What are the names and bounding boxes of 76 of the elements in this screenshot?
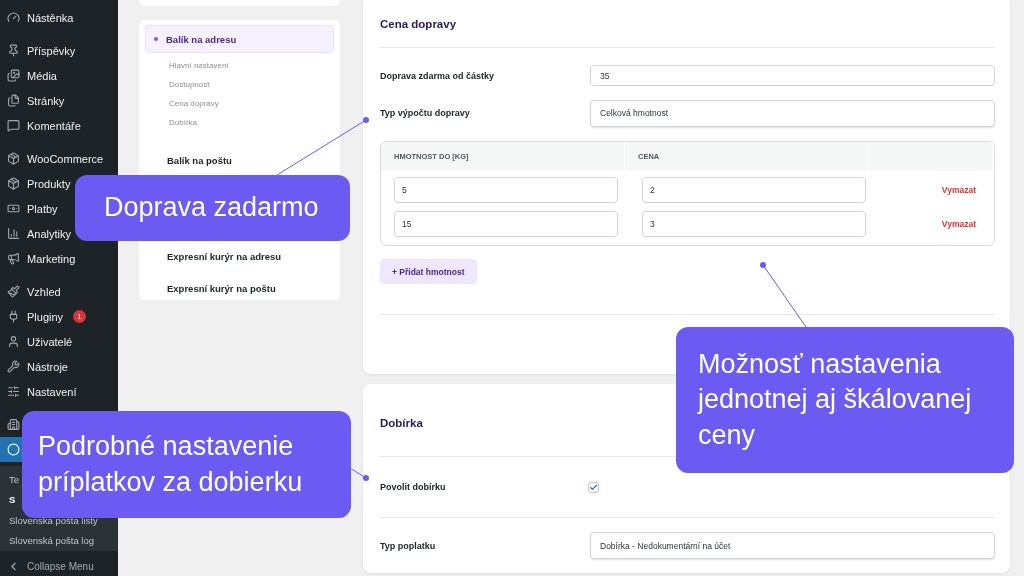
sidebar-item[interactable]: Stránky	[0, 88, 118, 113]
sidebar-label: Produkty	[27, 177, 71, 190]
leader-line	[760, 262, 807, 328]
building-icon	[7, 418, 20, 431]
sidebar-label: Uživatelé	[27, 335, 73, 348]
brush-icon	[7, 285, 20, 298]
section-title: Cena dopravy	[380, 0, 995, 48]
circle-icon	[7, 443, 20, 456]
annotation-tooltip: Doprava zadarmo	[75, 175, 350, 241]
nav-item[interactable]: Expresní kurýr na poštu	[145, 274, 334, 302]
sidebar-item[interactable]: Nástěnka	[0, 5, 118, 30]
input-field[interactable]: 2	[642, 177, 866, 203]
input-field[interactable]: 5	[394, 177, 618, 203]
sidebar-label: Vzhled	[27, 285, 61, 298]
images-icon	[7, 69, 20, 82]
sidebar-item[interactable]: Komentáře	[0, 113, 118, 138]
sidebar-item[interactable]: Uživatelé	[0, 329, 118, 354]
submenu-item[interactable]: Slovenská pošta log	[0, 530, 118, 551]
add-weight-button[interactable]: + Přidat hmotnost	[380, 259, 477, 284]
sidebar-label: Analytiky	[27, 227, 72, 240]
sidebar-label: Stránky	[27, 94, 65, 107]
sidebar-item[interactable]: Vzhled	[0, 279, 118, 304]
nav-item[interactable]: Balík na poštu	[145, 146, 334, 174]
update-count-badge: 1	[73, 310, 87, 323]
annotation-tooltip: Podrobné nastavenie príplatkov za dobierku	[22, 411, 351, 518]
nav-item[interactable]: Expresní kurýr na adresu	[145, 242, 334, 270]
comment-icon	[7, 119, 20, 132]
sidebar-label: Příspěvky	[27, 44, 76, 57]
user-icon	[7, 335, 20, 348]
field-label: Doprava zdarma od částky	[380, 70, 496, 81]
select-field[interactable]: Celková hmotnost	[590, 99, 995, 127]
sidebar-item[interactable]: Pluginy 1	[0, 304, 118, 329]
field-label: Typ výpočtu dopravy	[380, 108, 471, 118]
annotation-tooltip: Možnosť nastavenia jednotnej aj škálovanej ceny	[676, 327, 1014, 473]
nav-subitem[interactable]: Dobírka	[145, 113, 334, 132]
sidebar-label: Platby	[27, 202, 58, 215]
sidebar-label: Média	[27, 69, 57, 82]
dollar-icon	[7, 202, 20, 215]
nav-subitem[interactable]: Cena dopravy	[145, 94, 334, 113]
pin-icon	[7, 44, 20, 57]
bar-chart-icon	[7, 227, 20, 240]
gauge-icon	[7, 11, 20, 24]
select-field[interactable]: Dobírka - Nedokumentární na účet	[590, 532, 995, 559]
sidebar-label: Nastavení	[27, 385, 77, 398]
field-label: Povolit dobírku	[380, 482, 447, 492]
nav-subitem[interactable]: Dostupnost	[145, 75, 334, 94]
nav-item[interactable]: Balík na adresu	[145, 25, 334, 53]
delete-link[interactable]: Vymazat	[941, 219, 981, 229]
sidebar-item[interactable]: WooCommerce	[0, 146, 118, 171]
sidebar-label: Nástěnka	[27, 11, 74, 24]
sidebar-item[interactable]: Média	[0, 63, 118, 88]
collapse-menu-button[interactable]: Collapse Menu	[0, 556, 118, 576]
sidebar-item[interactable]: Nástroje	[0, 354, 118, 379]
sidebar-item[interactable]: Nastavení	[0, 379, 118, 404]
input-field[interactable]: 15	[394, 211, 618, 237]
sidebar-item[interactable]: Příspěvky	[0, 38, 118, 63]
delete-link[interactable]: Vymazat	[941, 185, 981, 195]
field-label: Typ poplatku	[380, 540, 437, 551]
bullet-icon	[154, 37, 158, 41]
sidebar-label: Nástroje	[27, 360, 68, 373]
plug-icon	[7, 310, 20, 323]
sidebar-item[interactable]: Marketing	[0, 246, 118, 271]
checkbox[interactable]	[588, 481, 599, 493]
input-field[interactable]: 35	[590, 65, 995, 86]
sidebar-label: WooCommerce	[27, 152, 104, 165]
sidebar-label: Komentáře	[27, 119, 81, 132]
input-field[interactable]: 3	[642, 211, 866, 237]
sliders-icon	[7, 385, 20, 398]
megaphone-icon	[7, 252, 20, 265]
sidebar-label: Pluginy	[27, 310, 64, 323]
nav-subitem[interactable]: Hlavní nastavení	[145, 56, 334, 75]
leader-line	[349, 467, 369, 481]
pages-icon	[7, 94, 20, 107]
box-icon	[7, 177, 20, 190]
sidebar-label: Marketing	[27, 252, 76, 265]
wrench-icon	[7, 360, 20, 373]
